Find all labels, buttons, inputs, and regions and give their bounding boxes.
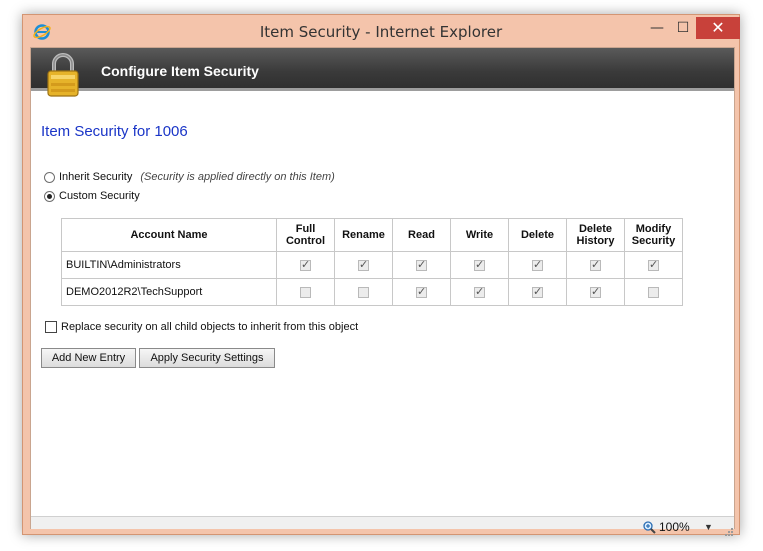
inherit-security-note: (Security is applied directly on this It… (140, 171, 335, 183)
replace-security-label: Replace security on all child objects to… (61, 321, 359, 333)
permission-cell (276, 278, 335, 306)
permission-cell (624, 251, 683, 279)
add-new-entry-button[interactable]: Add New Entry (41, 348, 136, 368)
inherit-security-option[interactable]: Inherit Security (Security is applied di… (44, 169, 335, 185)
table-header-row: Account Name Full Control Rename Read Wri… (61, 218, 683, 252)
resize-grip-icon[interactable] (724, 527, 734, 537)
delete-checkbox[interactable] (532, 285, 543, 298)
permission-cell (392, 278, 451, 306)
inherit-security-radio[interactable] (44, 171, 55, 183)
custom-security-label: Custom Security (59, 190, 140, 202)
banner-title: Configure Item Security (101, 63, 259, 79)
title-bar[interactable]: Item Security - Internet Explorer — ☐ ✕ (23, 15, 740, 47)
write-checkbox[interactable] (474, 258, 485, 271)
delete-history-checkbox[interactable] (590, 285, 601, 298)
column-header-full-control: Full Control (276, 218, 335, 252)
padlock-icon (47, 53, 79, 97)
close-button[interactable]: ✕ (696, 17, 740, 39)
permission-cell (508, 278, 567, 306)
full-control-checkbox[interactable] (300, 286, 311, 298)
column-header-write: Write (450, 218, 509, 252)
full-control-checkbox[interactable] (300, 258, 311, 271)
permission-cell (276, 251, 335, 279)
permission-cell (450, 278, 509, 306)
column-header-delete: Delete (508, 218, 567, 252)
account-name-cell: DEMO2012R2\TechSupport (61, 278, 277, 306)
table-row: DEMO2012R2\TechSupport (61, 278, 683, 306)
page-title: Item Security for 1006 (41, 123, 188, 140)
minimize-button[interactable]: — (644, 17, 670, 39)
replace-security-option[interactable]: Replace security on all child objects to… (45, 321, 358, 333)
page-content: Configure Item Security Item Security fo… (30, 47, 735, 536)
column-header-account-name: Account Name (61, 218, 277, 252)
column-header-modify-security: Modify Security (624, 218, 683, 252)
apply-security-settings-button[interactable]: Apply Security Settings (139, 348, 275, 368)
column-header-read: Read (392, 218, 451, 252)
status-bar (31, 516, 734, 529)
permission-cell (624, 278, 683, 306)
custom-security-option[interactable]: Custom Security (44, 188, 140, 204)
modify-security-checkbox[interactable] (648, 286, 659, 298)
zoom-control[interactable]: 100% (643, 520, 690, 534)
delete-checkbox[interactable] (532, 258, 543, 271)
rename-checkbox[interactable] (358, 286, 369, 298)
permission-cell (392, 251, 451, 279)
read-checkbox[interactable] (416, 285, 427, 298)
maximize-button[interactable]: ☐ (670, 17, 696, 39)
permission-cell (566, 278, 625, 306)
read-checkbox[interactable] (416, 258, 427, 271)
permission-cell (566, 251, 625, 279)
inherit-security-label: Inherit Security (59, 171, 133, 183)
column-header-delete-history: Delete History (566, 218, 625, 252)
custom-security-radio[interactable] (44, 190, 55, 202)
replace-security-checkbox[interactable] (45, 321, 57, 333)
zoom-magnifier-icon (643, 520, 656, 534)
window-title: Item Security - Internet Explorer (259, 23, 503, 41)
permission-cell (334, 251, 393, 279)
permission-cell (334, 278, 393, 306)
permissions-table: Account Name Full Control Rename Read Wri… (61, 218, 683, 306)
banner-divider (31, 88, 734, 91)
rename-checkbox[interactable] (358, 258, 369, 271)
permission-cell (450, 251, 509, 279)
write-checkbox[interactable] (474, 285, 485, 298)
account-name-cell: BUILTIN\Administrators (61, 251, 277, 279)
table-row: BUILTIN\Administrators (61, 251, 683, 279)
delete-history-checkbox[interactable] (590, 258, 601, 271)
zoom-level: 100% (659, 520, 690, 534)
browser-window: Item Security - Internet Explorer — ☐ ✕ … (22, 14, 740, 536)
zoom-dropdown-chevron-icon[interactable]: ▼ (704, 522, 713, 532)
column-header-rename: Rename (334, 218, 393, 252)
permission-cell (508, 251, 567, 279)
modify-security-checkbox[interactable] (648, 258, 659, 271)
